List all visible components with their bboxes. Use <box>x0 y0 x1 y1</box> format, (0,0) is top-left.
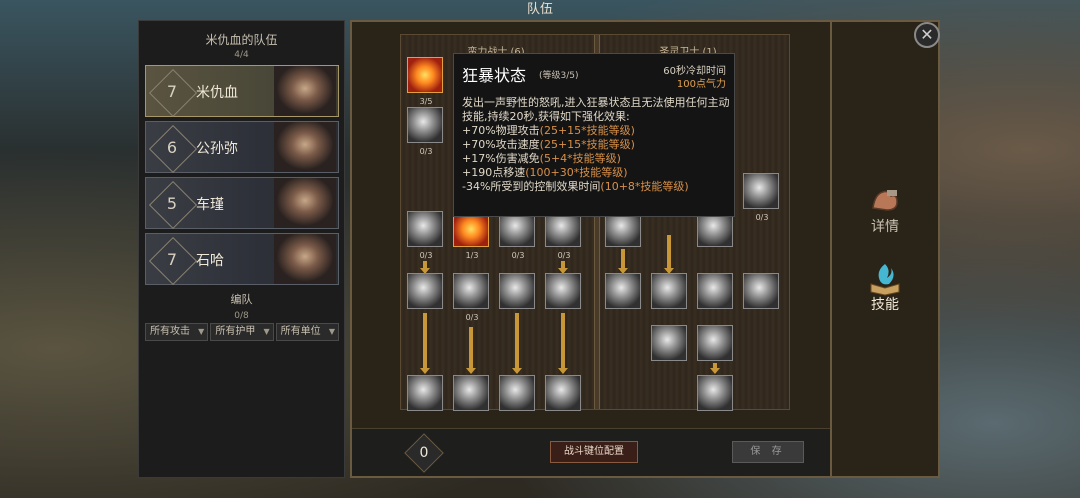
skill-berserk-icon[interactable]: 3/5 <box>407 57 443 106</box>
skill-slash-icon[interactable]: 0/3 <box>407 211 443 260</box>
tab-skills[interactable]: 技能 <box>854 260 916 322</box>
skill-wind-icon[interactable] <box>545 273 581 309</box>
tooltip-effect-line: -34%所受到的控制效果时间(10+8*技能等级) <box>462 180 689 193</box>
skill-holy-strike-icon[interactable] <box>697 375 733 411</box>
tooltip-skill-level: (等级3/5) <box>539 71 579 81</box>
skill-fury-icon[interactable] <box>407 375 443 411</box>
skill-burst-icon[interactable] <box>697 325 733 361</box>
connector <box>710 363 720 374</box>
connector <box>664 235 674 274</box>
party-member-1[interactable]: 7 米仇血 <box>145 65 339 117</box>
filter-unit-select[interactable]: 所有单位 ▼ <box>275 323 339 341</box>
member-portrait <box>274 234 336 284</box>
party-member-4[interactable]: 7 石哈 <box>145 233 339 285</box>
right-tab-rail: 详情 技能 <box>830 20 940 478</box>
connector <box>512 313 522 374</box>
skill-war-cry-icon[interactable] <box>499 375 535 411</box>
skill-vortex-icon[interactable] <box>651 273 687 309</box>
chevron-down-icon: ▼ <box>328 327 335 336</box>
skill-roar-icon[interactable]: 0/3 <box>407 107 443 156</box>
connector <box>558 313 568 374</box>
skill-book-icon <box>870 264 900 296</box>
skill-spin-icon[interactable] <box>407 273 443 309</box>
connector <box>420 313 430 374</box>
tooltip-skill-name: 狂暴状态 <box>462 66 527 85</box>
skill-bottom-bar: 0 战斗键位配置 保 存 <box>352 428 838 476</box>
party-panel: 米仇血的队伍 4/4 7 米仇血 6 公孙弥 5 车瑾 7 石哈 编队 0/8 … <box>138 20 345 478</box>
chevron-down-icon: ▼ <box>263 327 270 336</box>
tab-details[interactable]: 详情 <box>854 182 916 244</box>
chevron-down-icon: ▼ <box>198 327 205 336</box>
tooltip-effect-line: +70%攻击速度(25+15*技能等级) <box>462 138 635 151</box>
member-portrait <box>274 66 336 116</box>
skill-points-value: 0 <box>419 445 429 461</box>
connector <box>466 327 476 374</box>
tooltip-effect-line: +70%物理攻击(25+15*技能等级) <box>462 124 635 137</box>
formation-title: 编队 <box>230 293 253 306</box>
skill-tooltip: 狂暴状态 (等级3/5) 60秒冷却时间 100点气力 发出一声野性的怒吼,进入… <box>453 53 735 217</box>
skill-blade-icon[interactable]: 0/3 <box>453 273 489 322</box>
close-icon[interactable]: ✕ <box>914 22 940 48</box>
filter-attack-select[interactable]: 所有攻击 ▼ <box>145 323 209 341</box>
member-portrait <box>274 122 336 172</box>
filter-armor-select[interactable]: 所有护甲 ▼ <box>210 323 274 341</box>
tab-details-label: 详情 <box>871 219 899 235</box>
window-title: 队伍 <box>526 2 553 17</box>
skill-shield-break-icon[interactable] <box>453 375 489 411</box>
tooltip-effect-line: +190点移速(100+30*技能等级) <box>462 166 628 179</box>
member-name: 石哈 <box>196 253 224 269</box>
skill-holy-blade-icon[interactable] <box>697 273 733 309</box>
skill-charge-icon[interactable] <box>545 375 581 411</box>
member-level: 7 <box>152 240 192 280</box>
tooltip-cost: 100点气力 <box>676 79 726 90</box>
member-name: 米仇血 <box>196 85 238 101</box>
connector <box>420 261 430 274</box>
formation-filters: 所有攻击 ▼ 所有护甲 ▼ 所有单位 ▼ <box>145 323 339 341</box>
tooltip-effects: +70%物理攻击(25+15*技能等级) +70%攻击速度(25+15*技能等级… <box>462 124 689 194</box>
save-button[interactable]: 保 存 <box>732 441 804 463</box>
skill-hammer-icon[interactable] <box>499 273 535 309</box>
skill-radiance-icon[interactable] <box>743 273 779 309</box>
party-member-2[interactable]: 6 公孙弥 <box>145 121 339 173</box>
skill-disc-icon[interactable] <box>651 325 687 361</box>
muscle-arm-icon <box>872 190 898 211</box>
member-name: 车瑾 <box>196 197 224 213</box>
connector <box>558 261 568 274</box>
member-level: 6 <box>152 128 192 168</box>
battle-key-config-button[interactable]: 战斗键位配置 <box>550 441 638 463</box>
formation-count: 0/8 <box>234 311 249 321</box>
skill-shield-icon[interactable]: 0/3 <box>743 173 779 222</box>
skill-light-orb-icon[interactable] <box>605 273 641 309</box>
member-level: 5 <box>152 184 192 224</box>
party-title: 米仇血的队伍 <box>205 33 278 47</box>
party-count: 4/4 <box>234 50 249 60</box>
member-portrait <box>274 178 336 228</box>
connector <box>618 249 628 274</box>
party-member-3[interactable]: 5 车瑾 <box>145 177 339 229</box>
member-name: 公孙弥 <box>196 141 238 157</box>
tooltip-description: 发出一声野性的怒吼,进入狂暴状态且无法使用任何主动技能,持续20秒,获得如下强化… <box>462 96 730 123</box>
tooltip-effect-line: +17%伤害减免(5+4*技能等级) <box>462 152 621 165</box>
member-level: 7 <box>152 72 192 112</box>
tab-skills-label: 技能 <box>871 297 899 313</box>
